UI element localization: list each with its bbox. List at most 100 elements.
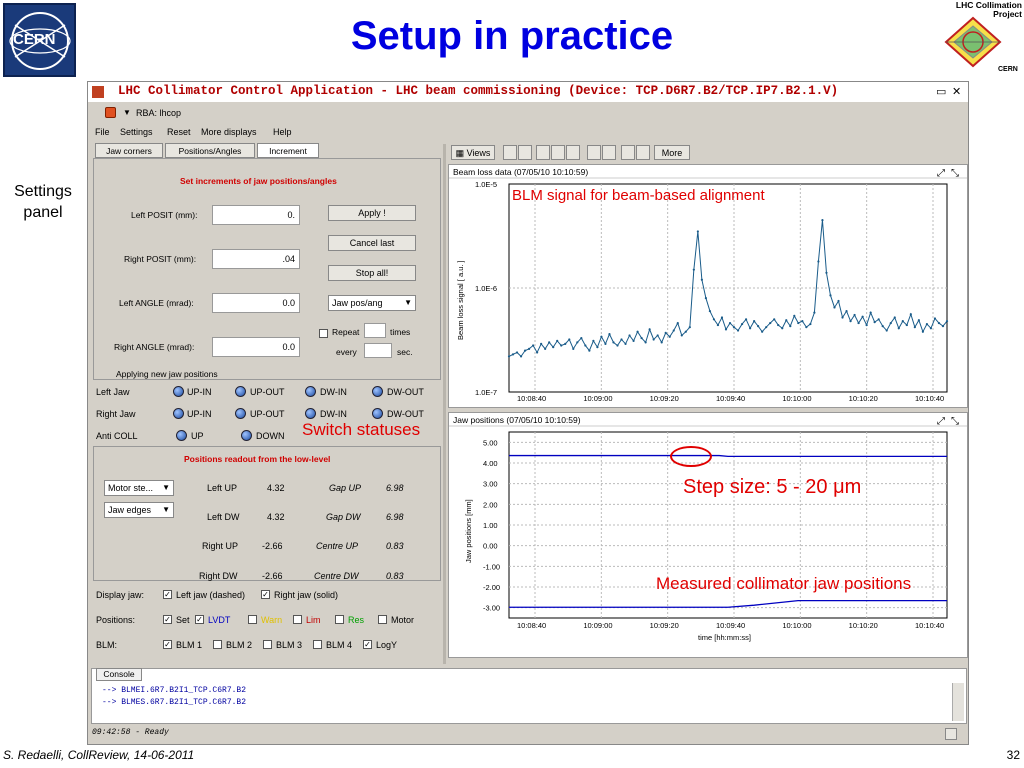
y-axis-label: Beam loss signal [ a.u. ] <box>456 260 465 340</box>
left-up-out-label: UP-OUT <box>250 387 285 397</box>
layout-icon[interactable] <box>602 145 616 160</box>
cancel-last-button[interactable]: Cancel last <box>328 235 416 251</box>
data-point <box>720 316 724 319</box>
position-option-checkbox[interactable] <box>335 615 344 624</box>
position-option-checkbox[interactable]: ✓ <box>163 615 172 624</box>
data-point <box>728 321 732 325</box>
led-right-up-out <box>235 408 246 419</box>
right-up-out-label: UP-OUT <box>250 409 285 419</box>
blm-label: BLM: <box>96 640 118 650</box>
data-point <box>873 321 876 324</box>
grid-icon[interactable] <box>566 145 580 160</box>
tab-jaw-corners[interactable]: Jaw corners <box>95 143 163 158</box>
readout-gap-value: 6.98 <box>386 483 404 493</box>
position-option-checkbox[interactable] <box>248 615 257 624</box>
repeat-checkbox[interactable] <box>319 329 328 338</box>
position-option-label: Lim <box>306 615 321 625</box>
layout-icon[interactable] <box>518 145 532 160</box>
readout-name: Left UP <box>207 483 238 493</box>
left-angle-input[interactable]: 0.0 <box>212 293 300 313</box>
blm-option-checkbox[interactable] <box>313 640 322 649</box>
anti-coll-down-label: DOWN <box>256 431 285 441</box>
right-jaw-solid-label: Right jaw (solid) <box>274 590 339 600</box>
blm-option-checkbox[interactable]: ✓ <box>163 640 172 649</box>
motor-steps-select[interactable]: Motor ste... ▼ <box>104 480 174 496</box>
minimize-icon[interactable]: ▭ <box>936 85 946 98</box>
console-scrollbar[interactable] <box>952 683 964 721</box>
layout-icon[interactable] <box>503 145 517 160</box>
position-option-checkbox[interactable]: ✓ <box>195 615 204 624</box>
blm-option-checkbox[interactable] <box>213 640 222 649</box>
left-jaw-dashed-checkbox[interactable]: ✓ <box>163 590 172 599</box>
lhc-logo-graphic <box>944 16 1002 68</box>
right-angle-input[interactable]: 0.0 <box>212 337 300 357</box>
measured-positions-annotation: Measured collimator jaw positions <box>656 574 912 593</box>
grid-icon[interactable] <box>551 145 565 160</box>
y-tick-label: -2.00 <box>483 583 500 592</box>
y-tick-label: 1.00 <box>483 521 498 530</box>
data-point <box>688 326 691 329</box>
console-line: --> BLMES.6R7.B2I1_TCP.C6R7.B2 <box>102 698 247 707</box>
position-option-label: LVDT <box>208 615 231 625</box>
jaw-pos-ang-select[interactable]: Jaw pos/ang ▼ <box>328 295 416 311</box>
split-pane-divider[interactable] <box>443 144 446 664</box>
menu-reset[interactable]: Reset <box>167 127 191 137</box>
chart-title: Beam loss data (07/05/10 10:10:59) <box>453 167 588 177</box>
data-point <box>753 320 756 323</box>
right-jaw-label: Right Jaw <box>96 409 136 419</box>
positions-label: Positions: <box>96 615 136 625</box>
left-posit-input[interactable]: 0. <box>212 205 300 225</box>
x-tick-label: 10:09:00 <box>583 394 612 403</box>
every-label: every <box>336 347 357 357</box>
readout-heading: Positions readout from the low-level <box>184 454 331 464</box>
jaw-edges-select[interactable]: Jaw edges ▼ <box>104 502 174 518</box>
layout-icon[interactable] <box>587 145 601 160</box>
tab-increment[interactable]: Increment <box>257 143 319 158</box>
menu-settings[interactable]: Settings <box>120 127 153 137</box>
data-point <box>656 334 659 337</box>
every-sec-input[interactable] <box>364 343 392 358</box>
data-point <box>885 329 888 332</box>
data-point <box>664 331 667 335</box>
menu-more-displays[interactable]: More displays <box>201 127 257 137</box>
menu-help[interactable]: Help <box>273 127 292 137</box>
data-point <box>580 336 583 340</box>
close-icon[interactable]: ✕ <box>952 85 961 98</box>
more-button[interactable]: More <box>654 145 690 160</box>
window-icon[interactable] <box>621 145 635 160</box>
data-point <box>696 230 699 233</box>
stop-all-button[interactable]: Stop all! <box>328 265 416 281</box>
position-option-checkbox[interactable] <box>293 615 302 624</box>
data-point <box>941 325 945 328</box>
right-jaw-solid-checkbox[interactable]: ✓ <box>261 590 270 599</box>
position-option-label: Set <box>176 615 190 625</box>
right-posit-input[interactable]: .04 <box>212 249 300 269</box>
window-icon[interactable] <box>636 145 650 160</box>
x-tick-label: 10:09:40 <box>716 394 745 403</box>
data-point <box>640 336 643 340</box>
grid-icon[interactable] <box>536 145 550 160</box>
blm-signal-annotation: BLM signal for beam-based alignment <box>512 187 765 204</box>
repeat-times-input[interactable] <box>364 323 386 338</box>
data-point <box>527 347 531 350</box>
menu-file[interactable]: File <box>95 127 110 137</box>
resize-icon[interactable] <box>945 728 957 740</box>
position-option-checkbox[interactable] <box>378 615 387 624</box>
blm-option-checkbox[interactable]: ✓ <box>363 640 372 649</box>
y-axis-label: Jaw positions [mm] <box>464 499 473 563</box>
power-icon[interactable] <box>105 107 116 118</box>
plot-toolbar: ▦ Views More <box>448 144 968 162</box>
data-point <box>668 335 671 338</box>
anti-coll-label: Anti COLL <box>96 431 138 441</box>
rba-dropdown-icon[interactable]: ▼ <box>123 108 131 117</box>
apply-button[interactable]: Apply ! <box>328 205 416 221</box>
console-tab[interactable]: Console <box>96 668 142 681</box>
increment-panel: Set increments of jaw positions/angles L… <box>93 158 441 380</box>
console-line: --> BLMEI.6R7.B2I1_TCP.C6R7.B2 <box>102 686 247 695</box>
tab-positions-angles[interactable]: Positions/Angles <box>165 143 255 158</box>
led-right-dw-out <box>372 408 383 419</box>
left-jaw-label: Left Jaw <box>96 387 130 397</box>
blm-option-checkbox[interactable] <box>263 640 272 649</box>
settings-panel-annotation: Settings panel <box>14 183 72 221</box>
views-button[interactable]: ▦ Views <box>451 145 495 160</box>
